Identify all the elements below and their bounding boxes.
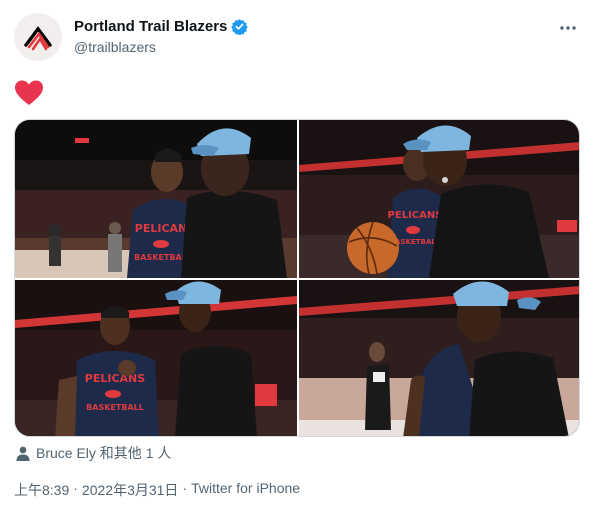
tweet-time[interactable]: 上午8:39 — [14, 480, 69, 500]
tweet-text — [14, 79, 44, 107]
media-grid: PELICANS BASKETBALL PELICANS BASKETBALL — [14, 119, 580, 437]
tweet-meta: 上午8:39 · 2022年3月31日 · Twitter for iPhone — [14, 480, 300, 500]
photo-1[interactable]: PELICANS BASKETBALL — [15, 120, 297, 278]
photo-4[interactable] — [299, 280, 579, 436]
jersey-text: PELICANS — [388, 210, 443, 221]
display-name[interactable]: Portland Trail Blazers — [74, 18, 227, 35]
photo-3[interactable]: PELICANS BASKETBALL — [15, 280, 297, 436]
person-icon — [16, 446, 30, 461]
tagged-people[interactable]: Bruce Ely 和其他 1 人 — [16, 443, 171, 463]
tweet-date[interactable]: 2022年3月31日 — [82, 480, 179, 500]
jersey-text: PELICANS — [85, 372, 145, 385]
author-handle[interactable]: @trailblazers — [74, 39, 156, 55]
separator: · — [73, 480, 78, 496]
tweet-source[interactable]: Twitter for iPhone — [191, 480, 300, 500]
photo-2[interactable]: PELICANS BASKETBALL — [299, 120, 579, 278]
more-dots-icon — [560, 26, 576, 30]
tagged-text[interactable]: Bruce Ely 和其他 1 人 — [36, 443, 171, 463]
more-options-button[interactable] — [556, 18, 580, 38]
avatar[interactable] — [14, 13, 62, 61]
author-name-row[interactable]: Portland Trail Blazers — [74, 18, 249, 35]
separator: · — [182, 480, 188, 496]
jersey-sub-text: BASKETBALL — [86, 403, 144, 412]
trail-blazers-logo-icon — [19, 18, 57, 56]
verified-badge-icon — [231, 19, 249, 35]
red-heart-icon — [15, 80, 43, 105]
